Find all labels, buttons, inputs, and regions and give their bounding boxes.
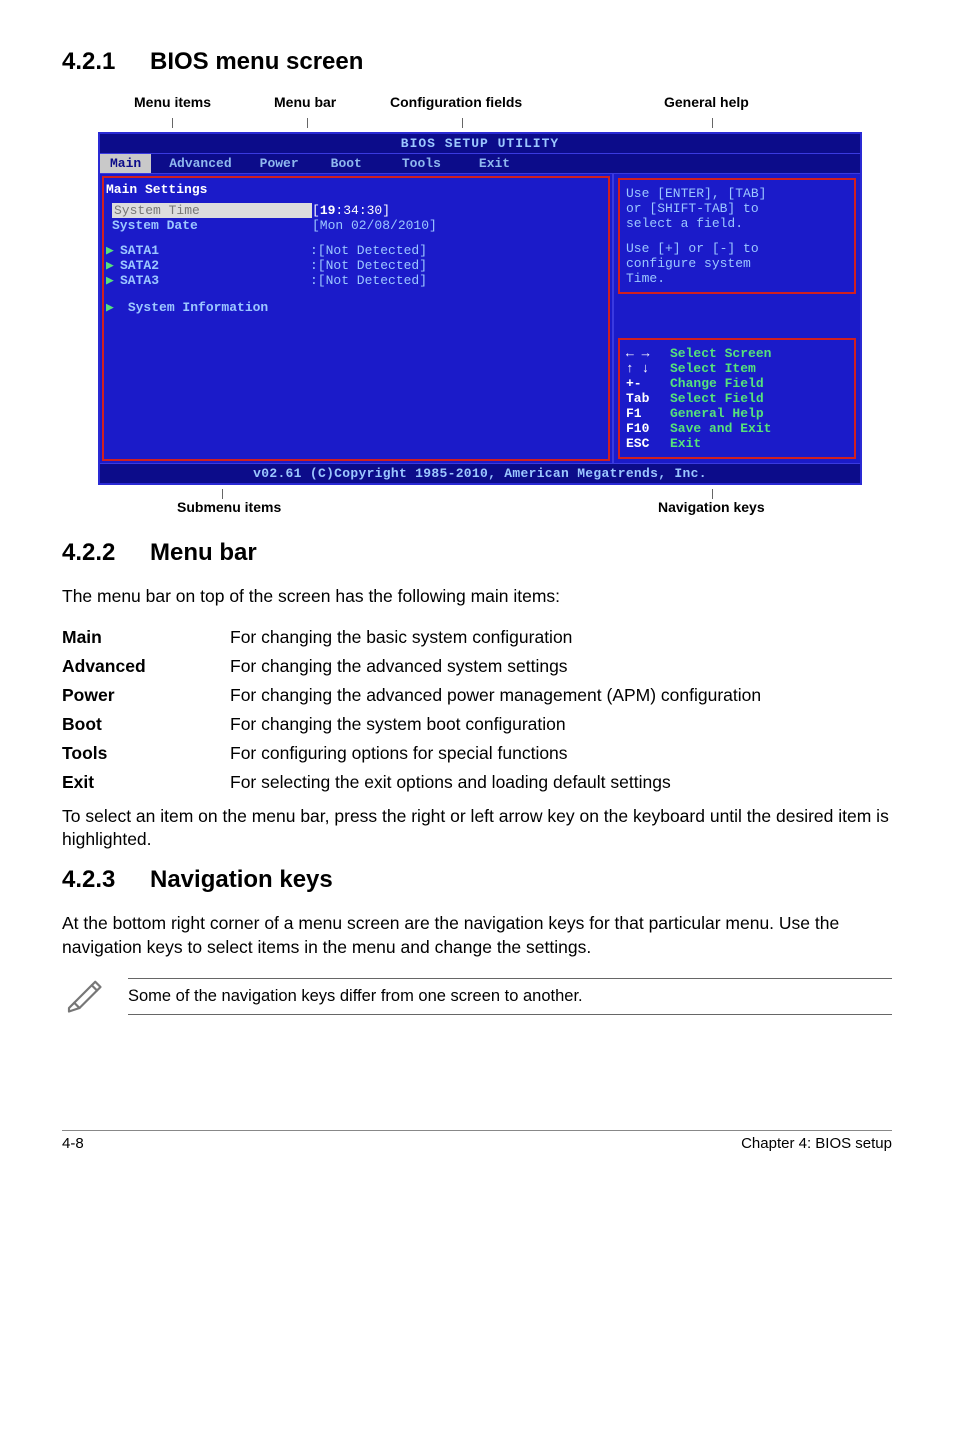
bios-sata1-label: SATA1: [120, 243, 310, 258]
nav-key-tab: Tab: [626, 391, 670, 406]
section-heading-4-2-3: 4.2.3Navigation keys: [62, 866, 892, 894]
section-heading-4-2-1: 4.2.1BIOS menu screen: [62, 48, 892, 76]
menubar-outro-text: To select an item on the menu bar, press…: [62, 805, 892, 852]
section-title: Navigation keys: [150, 866, 333, 893]
section-title: Menu bar: [150, 539, 257, 566]
diagram-top-labels: Menu items Menu bar Configuration fields…: [62, 94, 892, 118]
submenu-arrow-icon: ▶: [106, 273, 120, 288]
bios-sata2-label: SATA2: [120, 258, 310, 273]
bios-footer: v02.61 (C)Copyright 1985-2010, American …: [100, 463, 860, 483]
bios-sata3-label: SATA3: [120, 273, 310, 288]
footer-page-number: 4-8: [62, 1135, 84, 1152]
term-boot: Boot: [62, 710, 230, 739]
bios-system-time-value: [19:34:30]: [312, 203, 390, 218]
bios-nav-keys-box: ← →Select Screen ↑ ↓Select Item +-Change…: [618, 338, 856, 459]
section-title: BIOS menu screen: [150, 48, 363, 75]
bios-sata1-value: :[Not Detected]: [310, 243, 427, 258]
bios-sata3-value: :[Not Detected]: [310, 273, 427, 288]
term-main: Main: [62, 623, 230, 652]
term-power: Power: [62, 681, 230, 710]
bios-system-date-value: [Mon 02/08/2010]: [312, 218, 437, 233]
bios-tab-tools[interactable]: Tools: [392, 154, 451, 173]
bios-sata2-value: :[Not Detected]: [310, 258, 427, 273]
label-general-help: General help: [664, 94, 749, 110]
label-submenu-items: Submenu items: [177, 499, 281, 515]
navkeys-paragraph: At the bottom right corner of a menu scr…: [62, 912, 892, 959]
bios-system-date-row[interactable]: System Date [Mon 02/08/2010]: [106, 218, 604, 233]
label-config-fields: Configuration fields: [390, 94, 522, 110]
bios-menu-bar: Main Advanced Power Boot Tools Exit: [100, 154, 860, 174]
term-exit: Exit: [62, 768, 230, 797]
bios-tab-power[interactable]: Power: [250, 154, 309, 173]
bios-tab-boot[interactable]: Boot: [321, 154, 372, 173]
bios-system-time-row[interactable]: System Time [19:34:30]: [106, 203, 604, 218]
bios-system-date-label: System Date: [112, 218, 312, 233]
submenu-arrow-icon: ▶: [106, 243, 120, 258]
bios-help-box: Use [ENTER], [TAB] or [SHIFT-TAB] to sel…: [618, 178, 856, 294]
note-row: Some of the navigation keys differ from …: [62, 973, 892, 1020]
bios-sata1-row[interactable]: ▶ SATA1 :[Not Detected]: [106, 243, 604, 258]
desc-exit: For selecting the exit options and loadi…: [230, 768, 892, 797]
submenu-arrow-icon: ▶: [106, 258, 120, 273]
bios-tab-exit[interactable]: Exit: [469, 154, 520, 173]
submenu-arrow-icon: ▶: [106, 300, 120, 315]
diagram-tick-row-top: [62, 118, 892, 128]
nav-key-plusminus: +-: [626, 376, 670, 391]
nav-key-esc: ESC: [626, 436, 670, 451]
bios-title: BIOS SETUP UTILITY: [100, 134, 860, 154]
desc-boot: For changing the system boot configurati…: [230, 710, 892, 739]
desc-tools: For configuring options for special func…: [230, 739, 892, 768]
section-heading-4-2-2: 4.2.2Menu bar: [62, 539, 892, 567]
bios-sata2-row[interactable]: ▶ SATA2 :[Not Detected]: [106, 258, 604, 273]
bios-main-settings-heading: Main Settings: [106, 182, 604, 197]
term-tools: Tools: [62, 739, 230, 768]
footer-chapter: Chapter 4: BIOS setup: [741, 1135, 892, 1152]
section-number: 4.2.2: [62, 539, 150, 567]
desc-main: For changing the basic system configurat…: [230, 623, 892, 652]
nav-key-f1: F1: [626, 406, 670, 421]
bios-system-time-label: System Time: [112, 203, 312, 218]
bios-tab-main[interactable]: Main: [100, 154, 151, 173]
nav-key-updown: ↑ ↓: [626, 361, 670, 376]
bios-system-information-row[interactable]: ▶ System Information: [106, 300, 604, 315]
label-navigation-keys: Navigation keys: [658, 499, 765, 515]
menu-items-definition-table: MainFor changing the basic system config…: [62, 623, 892, 797]
bios-screenshot: BIOS SETUP UTILITY Main Advanced Power B…: [98, 132, 862, 485]
page-footer: 4-8 Chapter 4: BIOS setup: [62, 1130, 892, 1152]
bios-left-pane: Main Settings System Time [19:34:30] Sys…: [100, 174, 614, 463]
section-number: 4.2.1: [62, 48, 150, 76]
bios-right-pane: Use [ENTER], [TAB] or [SHIFT-TAB] to sel…: [614, 174, 860, 463]
label-menu-bar: Menu bar: [274, 94, 336, 110]
label-menu-items: Menu items: [134, 94, 211, 110]
nav-key-f10: F10: [626, 421, 670, 436]
menubar-intro-text: The menu bar on top of the screen has th…: [62, 585, 892, 609]
bios-sata3-row[interactable]: ▶ SATA3 :[Not Detected]: [106, 273, 604, 288]
term-advanced: Advanced: [62, 652, 230, 681]
nav-key-leftright: ← →: [626, 346, 670, 361]
bios-tab-advanced[interactable]: Advanced: [159, 154, 241, 173]
desc-power: For changing the advanced power manageme…: [230, 681, 892, 710]
diagram-tick-row-bottom: [62, 489, 892, 499]
diagram-bottom-labels: Submenu items Navigation keys: [62, 499, 892, 539]
desc-advanced: For changing the advanced system setting…: [230, 652, 892, 681]
section-number: 4.2.3: [62, 866, 150, 894]
pencil-icon: [62, 973, 104, 1020]
note-text: Some of the navigation keys differ from …: [128, 978, 892, 1015]
